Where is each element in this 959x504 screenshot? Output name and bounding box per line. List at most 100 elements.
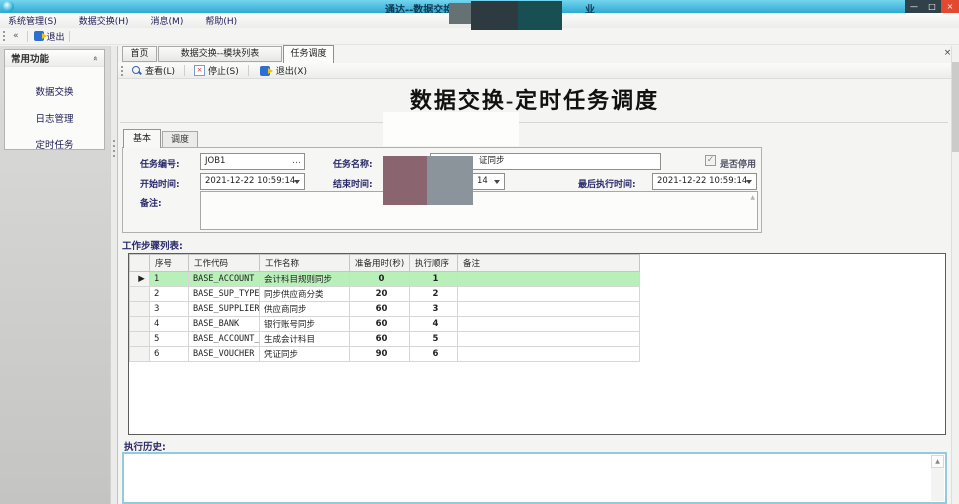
disable-checkbox[interactable]: ✓ bbox=[705, 155, 716, 166]
cell-order[interactable]: 6 bbox=[410, 347, 458, 362]
menu-message[interactable]: 消息(M) bbox=[151, 14, 184, 27]
table-row[interactable]: 5 BASE_ACCOUNT_DCY 生成会计科目 60 5 bbox=[130, 332, 640, 347]
tab-module-list[interactable]: 数据交换--模块列表 bbox=[158, 46, 282, 62]
menu-data-exchange[interactable]: 数据交换(H) bbox=[79, 14, 129, 27]
form-tab-schedule[interactable]: 调度 bbox=[162, 131, 198, 148]
cell-order[interactable]: 5 bbox=[410, 332, 458, 347]
task-name-value: 证同步 bbox=[479, 156, 505, 166]
quick-exit-button[interactable]: 退出 bbox=[47, 30, 65, 43]
tab-home[interactable]: 首页 bbox=[122, 46, 157, 62]
cell-no[interactable]: 1 bbox=[150, 272, 189, 287]
sidebar-header[interactable]: 常用功能 « bbox=[5, 50, 104, 67]
menu-system[interactable]: 系统管理(S) bbox=[8, 14, 57, 27]
col-header-prep: 准备用时(秒) bbox=[350, 255, 410, 272]
exit-door-icon bbox=[34, 31, 44, 41]
cell-name[interactable]: 供应商同步 bbox=[260, 302, 350, 317]
cell-remark[interactable] bbox=[458, 317, 640, 332]
row-selector[interactable] bbox=[130, 287, 150, 302]
start-time-combobox[interactable]: 2021-12-22 10:59:14 bbox=[200, 173, 305, 190]
cell-no[interactable]: 5 bbox=[150, 332, 189, 347]
exit-icon bbox=[260, 66, 270, 76]
sidebar: 常用功能 « 数据交换 日志管理 定时任务 bbox=[0, 46, 110, 504]
collapse-panel-icon[interactable]: « bbox=[91, 55, 100, 60]
table-row[interactable]: 3 BASE_SUPPLIER 供应商同步 60 3 bbox=[130, 302, 640, 317]
sidebar-item-log-manage[interactable]: 日志管理 bbox=[5, 111, 104, 125]
ellipsis-button-icon[interactable]: … bbox=[292, 154, 301, 168]
end-time-value: 14 bbox=[477, 176, 488, 186]
scroll-up-icon[interactable]: ▲ bbox=[750, 194, 755, 201]
redaction-block bbox=[383, 112, 519, 146]
cell-code[interactable]: BASE_ACCOUNT_DCY bbox=[189, 332, 260, 347]
cell-name[interactable]: 同步供应商分类 bbox=[260, 287, 350, 302]
task-no-input[interactable]: JOB1 … bbox=[200, 153, 305, 170]
cell-code[interactable]: BASE_SUP_TYPE bbox=[189, 287, 260, 302]
row-selector-arrow-icon[interactable]: ▶ bbox=[130, 272, 150, 287]
row-selector[interactable] bbox=[130, 317, 150, 332]
table-row[interactable]: ▶ 1 BASE_ACCOUNT 会计科目规则同步 0 1 bbox=[130, 272, 640, 287]
cell-name[interactable]: 凭证同步 bbox=[260, 347, 350, 362]
cell-order[interactable]: 2 bbox=[410, 287, 458, 302]
cell-no[interactable]: 3 bbox=[150, 302, 189, 317]
cell-prep[interactable]: 60 bbox=[350, 302, 410, 317]
chevron-down-icon[interactable] bbox=[746, 180, 752, 184]
cell-no[interactable]: 6 bbox=[150, 347, 189, 362]
col-header-code: 工作代码 bbox=[189, 255, 260, 272]
cell-no[interactable]: 4 bbox=[150, 317, 189, 332]
sidebar-splitter[interactable] bbox=[110, 46, 118, 504]
cell-name[interactable]: 银行账号同步 bbox=[260, 317, 350, 332]
cell-order[interactable]: 1 bbox=[410, 272, 458, 287]
chevron-down-icon[interactable] bbox=[494, 180, 500, 184]
cell-code[interactable]: BASE_BANK bbox=[189, 317, 260, 332]
menu-help[interactable]: 帮助(H) bbox=[205, 14, 237, 27]
stop-button[interactable]: × 停止(S) bbox=[189, 64, 244, 77]
cell-order[interactable]: 3 bbox=[410, 302, 458, 317]
cell-remark[interactable] bbox=[458, 287, 640, 302]
end-time-label: 结束时间: bbox=[333, 177, 373, 190]
cell-name[interactable]: 会计科目规则同步 bbox=[260, 272, 350, 287]
close-button[interactable]: × bbox=[941, 0, 959, 13]
view-button[interactable]: 查看(L) bbox=[127, 64, 180, 77]
cell-no[interactable]: 2 bbox=[150, 287, 189, 302]
cell-code[interactable]: BASE_SUPPLIER bbox=[189, 302, 260, 317]
tab-task-schedule[interactable]: 任务调度 bbox=[283, 45, 334, 63]
start-time-value: 2021-12-22 10:59:14 bbox=[205, 176, 295, 186]
disable-label: 是否停用 bbox=[720, 157, 756, 170]
history-box[interactable]: ▲ bbox=[122, 452, 947, 504]
form-tab-basic[interactable]: 基本 bbox=[123, 129, 161, 148]
cell-prep[interactable]: 60 bbox=[350, 332, 410, 347]
main-vertical-scrollbar[interactable] bbox=[951, 46, 959, 504]
splitter-grip-icon bbox=[113, 140, 115, 142]
cell-prep[interactable]: 20 bbox=[350, 287, 410, 302]
table-row[interactable]: 6 BASE_VOUCHER 凭证同步 90 6 bbox=[130, 347, 640, 362]
row-selector[interactable] bbox=[130, 302, 150, 317]
exit-button[interactable]: 退出(X) bbox=[253, 64, 312, 77]
sidebar-item-data-exchange[interactable]: 数据交换 bbox=[5, 84, 104, 98]
cell-name[interactable]: 生成会计科目 bbox=[260, 332, 350, 347]
minimize-button[interactable]: — bbox=[905, 0, 924, 13]
table-row[interactable]: 4 BASE_BANK 银行账号同步 60 4 bbox=[130, 317, 640, 332]
cell-order[interactable]: 4 bbox=[410, 317, 458, 332]
cell-remark[interactable] bbox=[458, 347, 640, 362]
row-selector[interactable] bbox=[130, 347, 150, 362]
maximize-button[interactable]: □ bbox=[923, 0, 941, 13]
cell-prep[interactable]: 60 bbox=[350, 317, 410, 332]
cell-remark[interactable] bbox=[458, 302, 640, 317]
table-row[interactable]: 2 BASE_SUP_TYPE 同步供应商分类 20 2 bbox=[130, 287, 640, 302]
col-header-name: 工作名称 bbox=[260, 255, 350, 272]
last-exec-combobox[interactable]: 2021-12-22 10:59:14 bbox=[652, 173, 757, 190]
sidebar-item-timed-task[interactable]: 定时任务 bbox=[5, 137, 104, 151]
divider bbox=[120, 122, 948, 123]
cell-remark[interactable] bbox=[458, 272, 640, 287]
cell-code[interactable]: BASE_VOUCHER bbox=[189, 347, 260, 362]
chevron-down-icon[interactable] bbox=[294, 180, 300, 184]
scroll-up-icon[interactable]: ▲ bbox=[931, 455, 944, 468]
cell-prep[interactable]: 90 bbox=[350, 347, 410, 362]
cell-remark[interactable] bbox=[458, 332, 640, 347]
collapse-left-icon[interactable]: « bbox=[9, 31, 23, 41]
row-selector[interactable] bbox=[130, 332, 150, 347]
scrollbar-thumb[interactable] bbox=[952, 62, 959, 152]
remark-textarea[interactable]: ▲ bbox=[200, 191, 758, 230]
cell-code[interactable]: BASE_ACCOUNT bbox=[189, 272, 260, 287]
history-scrollbar[interactable]: ▲ bbox=[931, 455, 944, 501]
cell-prep[interactable]: 0 bbox=[350, 272, 410, 287]
